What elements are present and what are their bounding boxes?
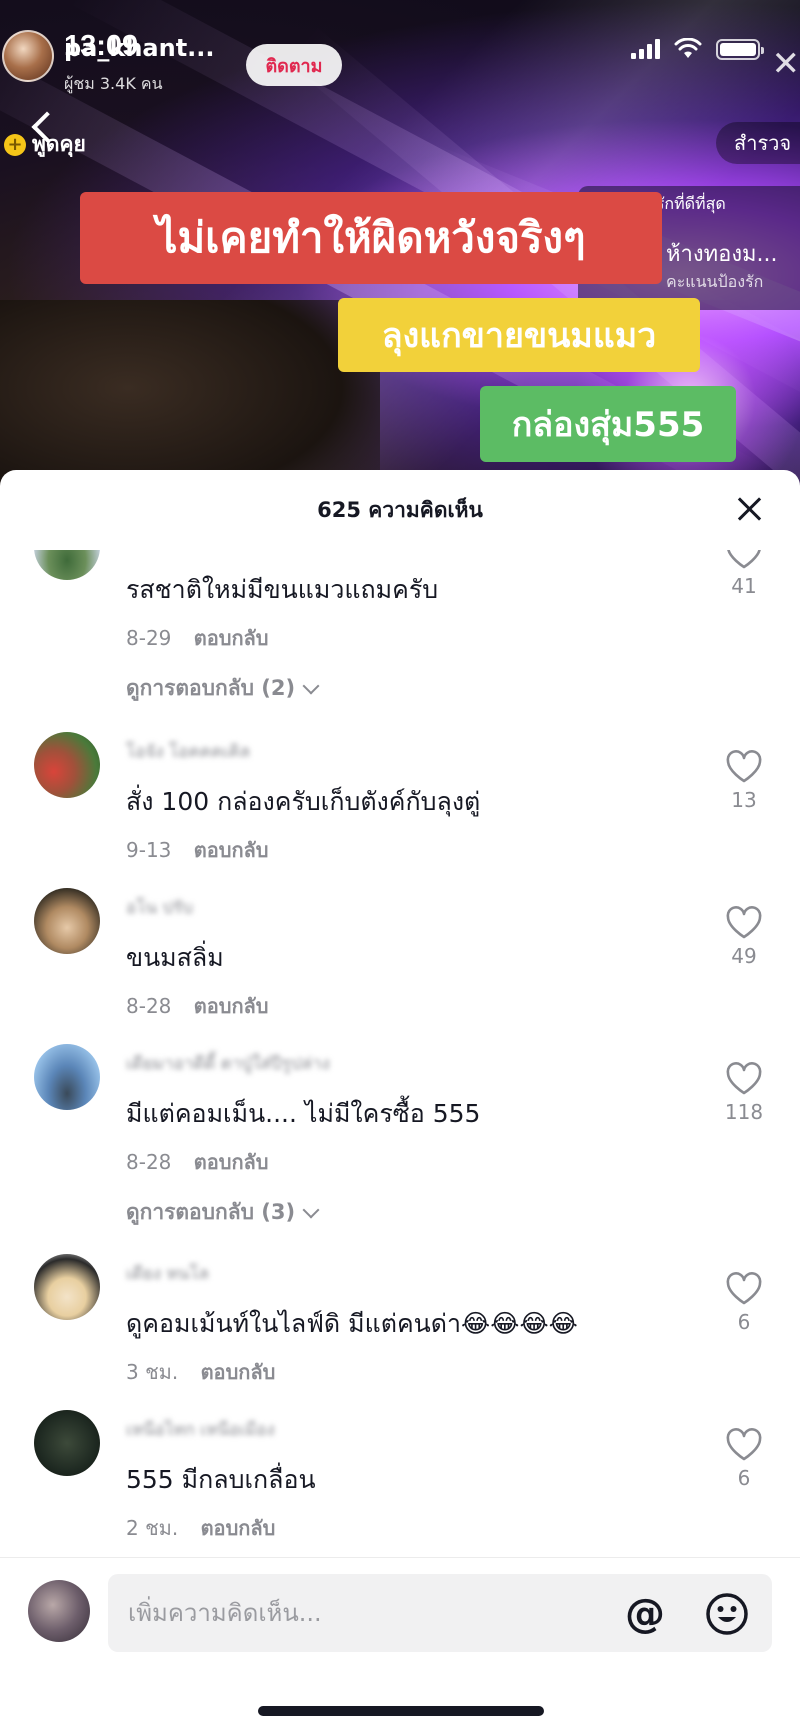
comment-username[interactable]: โอจัง โอคคคเคิล [126, 738, 250, 765]
explore-button[interactable]: สำรวจ [716, 122, 800, 164]
heart-icon [726, 750, 762, 783]
comment-text: รสชาติใหม่มีขนแมวแถมครับ [126, 575, 439, 604]
reply-button[interactable]: ตอบกลับ [194, 1150, 269, 1174]
comment-meta: 8-28 ตอบกลับ [126, 990, 269, 1022]
view-replies-button[interactable]: ดูการตอบกลับ (3) [126, 1196, 320, 1229]
heart-icon [726, 1272, 762, 1305]
comment-input-box[interactable]: @ [108, 1574, 772, 1652]
chevron-down-icon [302, 1201, 320, 1218]
close-live-icon[interactable]: ✕ [772, 44, 800, 84]
chat-chip[interactable]: + พูดคุย [4, 128, 86, 161]
heart-icon [727, 550, 761, 569]
viewer-count: ผู้ชม 3.4K คน [64, 74, 163, 93]
comment-meta: 9-13 ตอบกลับ [126, 834, 269, 866]
reply-button[interactable]: ตอบกลับ [194, 994, 269, 1018]
host-name[interactable]: pa_khant... [64, 34, 215, 62]
reply-button[interactable]: ตอบกลับ [194, 838, 269, 862]
comments-sheet: 625 ความคิดเห็น dyqubssvsvye รสชาติใหม่ม… [0, 470, 800, 1732]
plus-coin-icon: + [4, 133, 26, 156]
comment-text: สั่ง 100 กล่องครับเก็บตังค์กับลุงตู่ [126, 787, 481, 816]
home-indicator [258, 1706, 544, 1716]
comment-text: ดูคอมเม้นท์ในไลฟ์ดิ มีแต่คนด่า😂😂😂😂 [126, 1309, 578, 1338]
sheet-header: 625 ความคิดเห็น [0, 470, 800, 550]
sticker-yellow: ลุงแกขายขนมแมว [338, 298, 700, 372]
emoji-icon[interactable] [702, 1589, 752, 1639]
my-avatar [28, 1580, 90, 1642]
sticker-green: กล่องสุ่ม555 [480, 386, 736, 462]
close-icon[interactable] [736, 496, 762, 522]
comment-username[interactable]: เดียง หนโล [126, 1260, 209, 1287]
mention-icon[interactable]: @ [620, 1589, 670, 1639]
ranking-name: ห้างทองม... [666, 242, 778, 267]
reply-button[interactable]: ตอบกลับ [201, 1360, 276, 1384]
avatar[interactable] [34, 1410, 100, 1476]
like-count: 49 [731, 944, 757, 968]
comment-date: 8-28 [126, 1150, 172, 1174]
heart-icon [726, 1428, 762, 1461]
like-button[interactable]: 118 [716, 1062, 772, 1124]
comment-date: 2 ชม. [126, 1516, 179, 1540]
like-button[interactable]: 6 [716, 1428, 772, 1490]
comment-count-title: 625 ความคิดเห็น [317, 497, 483, 522]
comment-meta: 8-29 ตอบกลับ [126, 622, 269, 654]
like-button[interactable]: 6 [716, 1272, 772, 1334]
signal-icon [631, 39, 660, 59]
view-replies-label: ดูการตอบกลับ (2) [126, 676, 296, 700]
comment-text: มีแต่คอมเม็น.... ไม่มีใครซื้อ 555 [126, 1099, 481, 1128]
avatar[interactable] [34, 1254, 100, 1320]
avatar[interactable] [34, 1044, 100, 1110]
comment-meta: 3 ชม. ตอบกลับ [126, 1356, 275, 1388]
like-button[interactable]: 49 [716, 906, 772, 968]
heart-icon [726, 906, 762, 939]
chevron-down-icon [302, 677, 320, 694]
comment-input[interactable] [128, 1574, 608, 1652]
comment-date: 9-13 [126, 838, 172, 862]
like-count: 41 [731, 574, 757, 598]
like-count: 13 [731, 788, 757, 812]
comment-username[interactable]: อโน ปรับ [126, 894, 193, 921]
ranking-score-label: คะแนนป้องรัก [666, 272, 764, 291]
like-button[interactable]: 41 [716, 550, 772, 598]
reply-button[interactable]: ตอบกลับ [201, 1516, 276, 1540]
view-replies-label: ดูการตอบกลับ (3) [126, 1200, 296, 1224]
comment-meta: 2 ชม. ตอบกลับ [126, 1512, 275, 1544]
reply-button[interactable]: ตอบกลับ [194, 626, 269, 650]
status-icons [631, 38, 764, 60]
wifi-icon [674, 38, 702, 58]
comment-date: 8-28 [126, 994, 172, 1018]
follow-button[interactable]: ติดตาม [246, 44, 342, 86]
avatar[interactable] [34, 550, 100, 580]
comment-text: 555 มีกลบเกลื่อน [126, 1465, 316, 1494]
heart-icon [726, 1062, 762, 1095]
comment-username[interactable]: เหนือไทก เหนือเมือง [126, 1416, 275, 1443]
like-count: 6 [737, 1310, 751, 1334]
sticker-red: ไม่เคยทำให้ผิดหวังจริงๆ [80, 192, 662, 284]
avatar[interactable] [34, 732, 100, 798]
like-count: 6 [737, 1466, 751, 1490]
comment-username[interactable]: เดียมาอาดีดี้ ตาปู่ใส่ปีรูปล่าง [126, 1050, 330, 1077]
chat-label: พูดคุย [32, 132, 86, 156]
comment-text: ขนมสลิ่ม [126, 943, 224, 972]
comment-meta: 8-28 ตอบกลับ [126, 1146, 269, 1178]
like-count: 118 [724, 1100, 764, 1124]
comment-date: 3 ชม. [126, 1360, 179, 1384]
battery-icon [716, 38, 764, 60]
comment-list[interactable]: dyqubssvsvye รสชาติใหม่มีขนแมวแถมครับ 8-… [0, 550, 800, 1557]
host-avatar[interactable] [2, 30, 54, 82]
comment-date: 8-29 [126, 626, 172, 650]
view-replies-button[interactable]: ดูการตอบกลับ (2) [126, 672, 320, 705]
avatar[interactable] [34, 888, 100, 954]
like-button[interactable]: 13 [716, 750, 772, 812]
